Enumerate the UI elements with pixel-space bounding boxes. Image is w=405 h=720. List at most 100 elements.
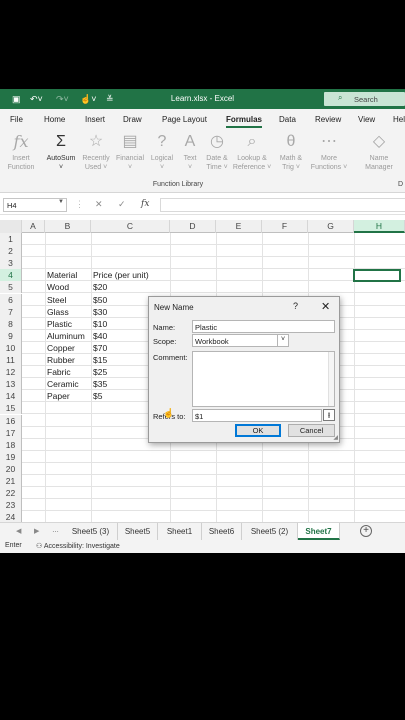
sheet-tab-sheet7[interactable]: Sheet7 (298, 523, 340, 540)
scroll-right-icon[interactable]: ▶ (34, 527, 39, 535)
sheet-tab-sheet1[interactable]: Sheet1 (158, 523, 202, 540)
row-header[interactable]: 7 (0, 305, 22, 318)
more-functions-button[interactable]: ⋯ More Functions ˅ (307, 132, 351, 172)
collapse-dialog-icon[interactable]: ⭱ (323, 409, 335, 421)
cancel-button[interactable]: Cancel (288, 424, 335, 437)
cell-price[interactable]: $70 (91, 342, 107, 354)
tab-review[interactable]: Review (315, 115, 341, 124)
row-header[interactable]: 9 (0, 329, 22, 342)
row-header[interactable]: 10 (0, 341, 22, 354)
row-header[interactable]: 16 (0, 414, 22, 427)
row-header[interactable]: 2 (0, 245, 22, 258)
cell-c4[interactable]: Price (per unit) (91, 269, 149, 281)
cell-price[interactable]: $10 (91, 318, 107, 330)
search-box[interactable]: ⌕ Search (324, 92, 405, 106)
cell-material[interactable]: Fabric (45, 366, 71, 378)
row-header[interactable]: 5 (0, 281, 22, 294)
row-header[interactable]: 20 (0, 462, 22, 475)
tab-page-layout[interactable]: Page Layout (162, 115, 207, 124)
cell-b4[interactable]: Material (45, 269, 77, 281)
tab-draw[interactable]: Draw (123, 115, 142, 124)
row-header[interactable]: 19 (0, 450, 22, 463)
insert-function-button[interactable]: fx Insert Function (5, 132, 37, 172)
tab-home[interactable]: Home (44, 115, 65, 124)
logical-button[interactable]: ? Logical ˅ (147, 132, 177, 172)
column-header-e[interactable]: E (216, 220, 262, 233)
cell-price[interactable]: $25 (91, 366, 107, 378)
cell-price[interactable]: $40 (91, 330, 107, 342)
sheet-tab-sheet5-3[interactable]: Sheet5 (3) (64, 523, 118, 540)
name-manager-button[interactable]: ◇ Name Manager (362, 132, 396, 172)
row-header[interactable]: 4 (0, 269, 22, 282)
comment-textarea[interactable] (192, 351, 335, 407)
autosum-button[interactable]: Σ AutoSum ˅ (43, 132, 79, 172)
cell-material[interactable]: Plastic (45, 318, 72, 330)
accessibility-status[interactable]: ⚇ Accessibility: Investigate (36, 542, 120, 550)
tab-formulas[interactable]: Formulas (226, 115, 262, 124)
formula-input[interactable] (160, 198, 405, 212)
tab-help[interactable]: Hel (393, 115, 405, 124)
more-sheets-icon[interactable]: … (52, 527, 59, 534)
scope-select[interactable]: Workbook (192, 334, 289, 347)
cell-material[interactable]: Ceramic (45, 378, 79, 390)
row-header[interactable]: 22 (0, 487, 22, 500)
cell-material[interactable]: Glass (45, 306, 69, 318)
cell-material[interactable]: Copper (45, 342, 75, 354)
chevron-down-icon[interactable]: ▼ (58, 199, 64, 205)
column-header-d[interactable]: D (170, 220, 216, 233)
row-header[interactable]: 17 (0, 426, 22, 439)
text-button[interactable]: A Text ˅ (177, 132, 203, 172)
cell-price[interactable]: $15 (91, 354, 107, 366)
financial-button[interactable]: ▤ Financial ˅ (113, 132, 147, 172)
cell-price[interactable]: $5 (91, 390, 102, 402)
insert-function-icon[interactable]: fx (141, 199, 149, 209)
column-header-b[interactable]: B (45, 220, 91, 233)
row-header[interactable]: 21 (0, 475, 22, 488)
row-header[interactable]: 15 (0, 402, 22, 415)
cell-price[interactable]: $20 (91, 281, 107, 293)
cell-material[interactable]: Wood (45, 281, 69, 293)
chevron-down-icon[interactable]: ˅ (277, 334, 288, 347)
row-header[interactable]: 18 (0, 438, 22, 451)
add-sheet-icon[interactable]: + (360, 525, 372, 537)
column-header-f[interactable]: F (262, 220, 308, 233)
help-icon[interactable]: ? (293, 301, 298, 311)
close-icon[interactable]: ✕ (321, 300, 330, 313)
column-header-a[interactable]: A (22, 220, 45, 233)
sheet-tab-sheet5-2[interactable]: Sheet5 (2) (242, 523, 298, 540)
row-header[interactable]: 24 (0, 511, 22, 522)
column-header-g[interactable]: G (308, 220, 354, 233)
ok-button[interactable]: OK (235, 424, 281, 437)
row-header[interactable]: 13 (0, 378, 22, 391)
row-header[interactable]: 12 (0, 366, 22, 379)
sheet-tab-sheet5[interactable]: Sheet5 (118, 523, 158, 540)
refers-to-input[interactable]: $1 (192, 409, 322, 422)
math-trig-button[interactable]: θ Math & Trig ˅ (276, 132, 306, 172)
date-time-button[interactable]: ◷ Date & Time ˅ (203, 132, 231, 172)
recently-used-button[interactable]: ☆ Recently Used ˅ (80, 132, 112, 172)
row-header[interactable]: 3 (0, 257, 22, 270)
scroll-left-icon[interactable]: ◀ (16, 527, 21, 535)
cell-price[interactable]: $30 (91, 306, 107, 318)
tab-view[interactable]: View (358, 115, 375, 124)
tab-file[interactable]: File (10, 115, 23, 124)
column-header-c[interactable]: C (91, 220, 170, 233)
row-header[interactable]: 6 (0, 293, 22, 306)
active-cell-h4[interactable] (353, 268, 401, 282)
row-header[interactable]: 23 (0, 499, 22, 512)
tab-insert[interactable]: Insert (85, 115, 105, 124)
comment-scrollbar[interactable] (328, 352, 334, 406)
cell-material[interactable]: Steel (45, 294, 66, 306)
cell-material[interactable]: Rubber (45, 354, 75, 366)
sheet-tab-sheet6[interactable]: Sheet6 (202, 523, 242, 540)
row-header[interactable]: 1 (0, 233, 22, 246)
row-header[interactable]: 11 (0, 354, 22, 367)
cell-price[interactable]: $35 (91, 378, 107, 390)
enter-icon[interactable]: ✓ (118, 199, 126, 210)
resize-grip-icon[interactable]: ◢ (333, 434, 338, 441)
column-header-h[interactable]: H (354, 220, 405, 233)
cell-material[interactable]: Aluminum (45, 330, 85, 342)
lookup-reference-button[interactable]: ⌕ Lookup & Reference ˅ (232, 132, 272, 172)
cancel-icon[interactable]: ✕ (95, 199, 103, 210)
row-header[interactable]: 8 (0, 317, 22, 330)
